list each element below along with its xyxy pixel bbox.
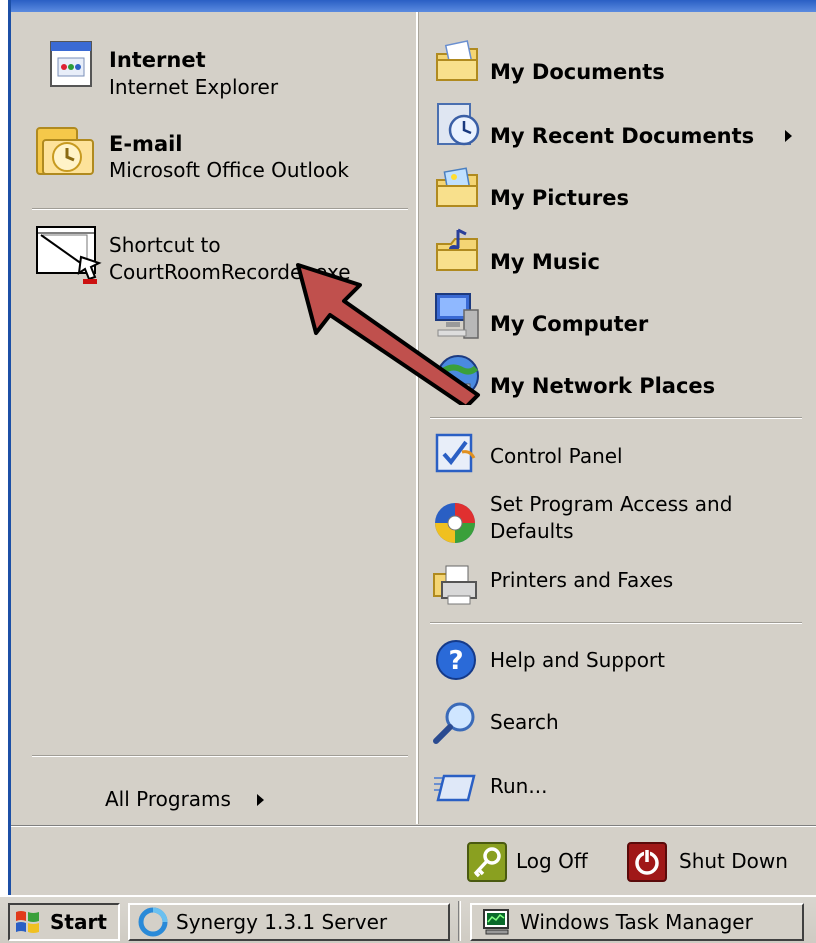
pinned-item-title: E-mail [109, 132, 183, 156]
tool-help-support[interactable]: ? Help and Support [418, 634, 816, 690]
start-menu-bottom-bar: Log Off Shut Down [11, 825, 816, 895]
place-label: My Documents [490, 60, 665, 84]
place-label: My Computer [490, 312, 649, 336]
tool-label: Run... [490, 774, 548, 798]
all-programs-label: All Programs [105, 787, 231, 811]
left-separator-top [32, 208, 408, 210]
pinned-item-email[interactable]: E-mail Microsoft Office Outlook [11, 94, 411, 204]
taskbar-divider [458, 901, 461, 941]
internet-explorer-icon [50, 41, 92, 87]
recent-documents-submenu-arrow-icon [785, 130, 792, 142]
tool-search[interactable]: Search [418, 698, 816, 754]
setting-control-panel[interactable]: Control Panel [418, 428, 816, 484]
start-menu-left-panel: Internet Internet Explorer E-mail Micros… [11, 12, 416, 824]
shut-down-label: Shut Down [679, 849, 788, 873]
place-my-documents[interactable]: My Documents [418, 38, 816, 96]
task-synergy[interactable]: Synergy 1.3.1 Server [128, 903, 450, 941]
place-my-pictures[interactable]: My Pictures [418, 164, 816, 222]
pinned-item-title: Internet [109, 48, 206, 72]
place-label: My Music [490, 250, 600, 274]
outlook-icon [36, 127, 94, 175]
screen: Internet Internet Explorer E-mail Micros… [0, 0, 816, 943]
tool-label: Search [490, 710, 559, 734]
all-programs-arrow-icon [257, 794, 264, 806]
place-label: My Pictures [490, 186, 630, 210]
task-windows-task-manager[interactable]: Windows Task Manager [470, 903, 804, 941]
pinned-item-internet[interactable]: Internet Internet Explorer [11, 12, 411, 99]
log-off-label: Log Off [516, 849, 588, 873]
printer-icon [433, 565, 477, 605]
setting-label: Printers and Faxes [490, 568, 674, 592]
run-icon [434, 774, 476, 802]
start-menu-right-panel: My Documents My Recent Documents My Pict… [416, 12, 816, 824]
power-icon [627, 842, 667, 882]
windows-logo-icon [16, 911, 39, 933]
tool-label: Help and Support [490, 648, 665, 672]
setting-printers-faxes[interactable]: Printers and Faxes [418, 558, 816, 614]
annotation-arrow [296, 263, 480, 405]
setting-label-line2: Defaults [490, 519, 574, 543]
place-label: My Recent Documents [490, 124, 755, 148]
all-programs-button[interactable]: All Programs [11, 762, 411, 822]
start-label: Start [50, 910, 107, 934]
log-off-button[interactable]: Log Off [461, 836, 611, 884]
shortcut-icon [36, 226, 102, 284]
recent-documents-icon [437, 103, 480, 146]
my-pictures-icon [436, 167, 478, 207]
taskbar: Start Synergy 1.3.1 Server Windows Task … [0, 895, 816, 943]
right-separator-2 [430, 622, 802, 624]
search-icon [433, 702, 475, 744]
program-access-icon [435, 503, 475, 543]
setting-label: Set Program Access and [490, 492, 733, 516]
recent-item-line1: Shortcut to [109, 233, 221, 257]
help-icon: ? [436, 640, 476, 680]
start-button[interactable]: Start [8, 903, 120, 941]
control-panel-icon [435, 433, 476, 473]
start-menu-header-strip [11, 0, 816, 12]
pinned-item-subtitle: Microsoft Office Outlook [109, 158, 349, 182]
my-documents-icon [436, 40, 478, 81]
key-icon [467, 842, 507, 882]
task-manager-icon [483, 909, 509, 935]
place-label: My Network Places [490, 374, 716, 398]
shut-down-button[interactable]: Shut Down [623, 836, 813, 884]
setting-label: Control Panel [490, 444, 623, 468]
svg-text:?: ? [448, 646, 463, 676]
tool-run[interactable]: Run... [418, 760, 816, 816]
right-separator-1 [430, 417, 802, 419]
place-my-recent-documents[interactable]: My Recent Documents [418, 100, 816, 158]
task-label: Windows Task Manager [520, 910, 753, 934]
task-label: Synergy 1.3.1 Server [176, 910, 388, 934]
left-separator-bottom [32, 755, 408, 757]
setting-program-access[interactable]: Set Program Access and Defaults [418, 490, 816, 550]
synergy-icon [138, 907, 168, 937]
